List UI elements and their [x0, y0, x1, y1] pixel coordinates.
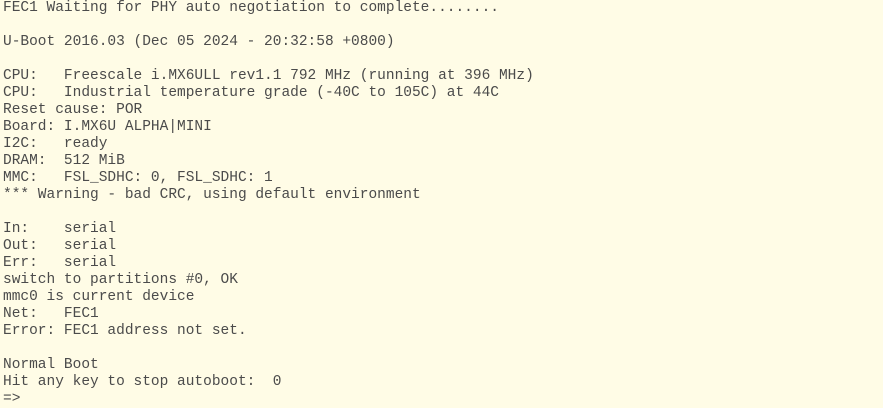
boot-log-line: MMC: FSL_SDHC: 0, FSL_SDHC: 1 [3, 170, 273, 186]
boot-log-line: DRAM: 512 MiB [3, 153, 125, 169]
terminal-window[interactable]: FEC1 Waiting for PHY auto negotiation to… [0, 0, 883, 408]
boot-log-line: I2C: ready [3, 136, 108, 152]
boot-log-line [3, 340, 883, 357]
boot-log-line: mmc0 is current device [3, 289, 195, 305]
boot-log-line: switch to partitions #0, OK [3, 272, 238, 288]
boot-log-line: Err: serial [3, 255, 117, 271]
boot-log-line: CPU: Industrial temperature grade (-40C … [3, 85, 499, 101]
command-prompt[interactable]: => [3, 391, 883, 408]
boot-log-line [3, 51, 883, 68]
boot-log-line: Normal Boot [3, 357, 99, 373]
boot-log-line: Out: serial [3, 238, 117, 254]
boot-log-line: Board: I.MX6U ALPHA|MINI [3, 119, 212, 135]
prompt-symbol: => [3, 391, 21, 407]
boot-log-line: FEC1 Waiting for PHY auto negotiation to… [3, 0, 499, 16]
boot-log-line: Net: FEC1 [3, 306, 99, 322]
boot-log-line: Reset cause: POR [3, 102, 143, 118]
boot-log-line [3, 17, 883, 34]
boot-log-line: Error: FEC1 address not set. [3, 323, 247, 339]
boot-log-line: *** Warning - bad CRC, using default env… [3, 187, 421, 203]
boot-log-line [3, 204, 883, 221]
text-cursor[interactable] [20, 393, 28, 407]
boot-log-line: Hit any key to stop autoboot: 0 [3, 374, 282, 390]
boot-log-line: CPU: Freescale i.MX6ULL rev1.1 792 MHz (… [3, 68, 534, 84]
boot-log-line: U-Boot 2016.03 (Dec 05 2024 - 20:32:58 +… [3, 34, 395, 50]
boot-log-line: In: serial [3, 221, 117, 237]
